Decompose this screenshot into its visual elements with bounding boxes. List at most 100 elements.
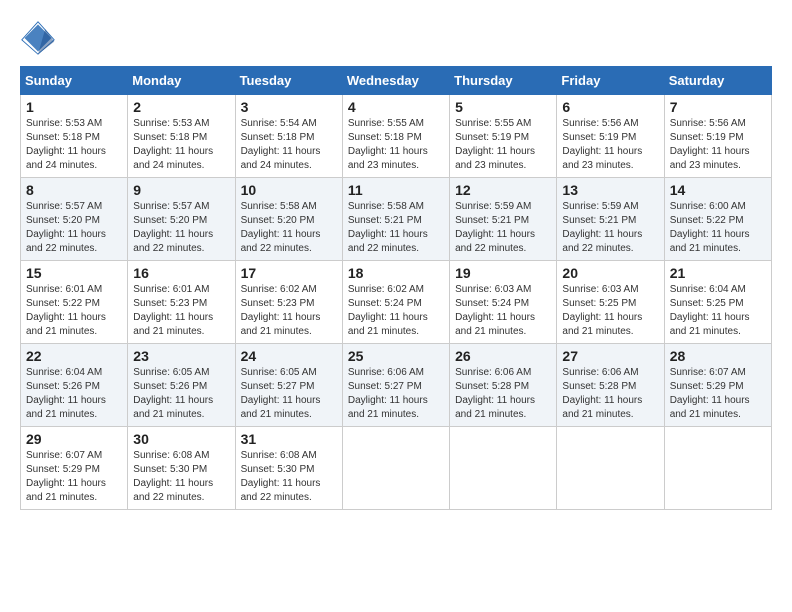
day-number: 20 [562,265,658,281]
day-info: Sunrise: 6:07 AM Sunset: 5:29 PM Dayligh… [26,449,122,505]
weekday-header-row: SundayMondayTuesdayWednesdayThursdayFrid… [21,67,772,95]
calendar-day-cell: 19 Sunrise: 6:03 AM Sunset: 5:24 PM Dayl… [450,261,557,344]
day-number: 25 [348,348,444,364]
calendar-day-cell: 22 Sunrise: 6:04 AM Sunset: 5:26 PM Dayl… [21,344,128,427]
day-info: Sunrise: 6:02 AM Sunset: 5:23 PM Dayligh… [241,283,337,339]
day-info: Sunrise: 5:56 AM Sunset: 5:19 PM Dayligh… [670,117,766,173]
day-info: Sunrise: 6:03 AM Sunset: 5:24 PM Dayligh… [455,283,551,339]
calendar-day-cell: 27 Sunrise: 6:06 AM Sunset: 5:28 PM Dayl… [557,344,664,427]
day-info: Sunrise: 6:05 AM Sunset: 5:27 PM Dayligh… [241,366,337,422]
day-info: Sunrise: 6:04 AM Sunset: 5:25 PM Dayligh… [670,283,766,339]
calendar-day-cell: 9 Sunrise: 5:57 AM Sunset: 5:20 PM Dayli… [128,178,235,261]
day-number: 14 [670,182,766,198]
calendar-body: 1 Sunrise: 5:53 AM Sunset: 5:18 PM Dayli… [21,95,772,510]
calendar-day-cell: 2 Sunrise: 5:53 AM Sunset: 5:18 PM Dayli… [128,95,235,178]
calendar-day-cell: 16 Sunrise: 6:01 AM Sunset: 5:23 PM Dayl… [128,261,235,344]
day-info: Sunrise: 6:07 AM Sunset: 5:29 PM Dayligh… [670,366,766,422]
day-info: Sunrise: 6:06 AM Sunset: 5:27 PM Dayligh… [348,366,444,422]
day-number: 15 [26,265,122,281]
day-number: 22 [26,348,122,364]
day-number: 12 [455,182,551,198]
calendar-day-cell: 5 Sunrise: 5:55 AM Sunset: 5:19 PM Dayli… [450,95,557,178]
day-info: Sunrise: 6:04 AM Sunset: 5:26 PM Dayligh… [26,366,122,422]
calendar-day-cell: 10 Sunrise: 5:58 AM Sunset: 5:20 PM Dayl… [235,178,342,261]
day-info: Sunrise: 5:54 AM Sunset: 5:18 PM Dayligh… [241,117,337,173]
day-number: 29 [26,431,122,447]
calendar-day-cell: 15 Sunrise: 6:01 AM Sunset: 5:22 PM Dayl… [21,261,128,344]
day-info: Sunrise: 5:57 AM Sunset: 5:20 PM Dayligh… [133,200,229,256]
weekday-header-cell: Tuesday [235,67,342,95]
calendar-day-cell [664,427,771,510]
weekday-header-cell: Wednesday [342,67,449,95]
calendar-week-row: 22 Sunrise: 6:04 AM Sunset: 5:26 PM Dayl… [21,344,772,427]
day-info: Sunrise: 5:58 AM Sunset: 5:20 PM Dayligh… [241,200,337,256]
day-info: Sunrise: 6:06 AM Sunset: 5:28 PM Dayligh… [562,366,658,422]
calendar-day-cell: 13 Sunrise: 5:59 AM Sunset: 5:21 PM Dayl… [557,178,664,261]
calendar-week-row: 15 Sunrise: 6:01 AM Sunset: 5:22 PM Dayl… [21,261,772,344]
calendar-day-cell [450,427,557,510]
day-info: Sunrise: 6:03 AM Sunset: 5:25 PM Dayligh… [562,283,658,339]
calendar-day-cell: 23 Sunrise: 6:05 AM Sunset: 5:26 PM Dayl… [128,344,235,427]
logo [20,20,60,56]
calendar-day-cell: 20 Sunrise: 6:03 AM Sunset: 5:25 PM Dayl… [557,261,664,344]
calendar-day-cell: 18 Sunrise: 6:02 AM Sunset: 5:24 PM Dayl… [342,261,449,344]
calendar-day-cell: 28 Sunrise: 6:07 AM Sunset: 5:29 PM Dayl… [664,344,771,427]
logo-icon [20,20,56,56]
day-number: 31 [241,431,337,447]
day-number: 24 [241,348,337,364]
day-number: 10 [241,182,337,198]
calendar-day-cell: 8 Sunrise: 5:57 AM Sunset: 5:20 PM Dayli… [21,178,128,261]
calendar-week-row: 8 Sunrise: 5:57 AM Sunset: 5:20 PM Dayli… [21,178,772,261]
calendar-day-cell: 3 Sunrise: 5:54 AM Sunset: 5:18 PM Dayli… [235,95,342,178]
day-number: 8 [26,182,122,198]
weekday-header-cell: Saturday [664,67,771,95]
weekday-header-cell: Sunday [21,67,128,95]
day-number: 2 [133,99,229,115]
day-info: Sunrise: 5:57 AM Sunset: 5:20 PM Dayligh… [26,200,122,256]
day-number: 7 [670,99,766,115]
day-info: Sunrise: 5:53 AM Sunset: 5:18 PM Dayligh… [26,117,122,173]
calendar-week-row: 1 Sunrise: 5:53 AM Sunset: 5:18 PM Dayli… [21,95,772,178]
day-info: Sunrise: 6:08 AM Sunset: 5:30 PM Dayligh… [241,449,337,505]
calendar-day-cell: 29 Sunrise: 6:07 AM Sunset: 5:29 PM Dayl… [21,427,128,510]
day-info: Sunrise: 6:08 AM Sunset: 5:30 PM Dayligh… [133,449,229,505]
day-info: Sunrise: 5:56 AM Sunset: 5:19 PM Dayligh… [562,117,658,173]
calendar-day-cell [557,427,664,510]
calendar-day-cell: 11 Sunrise: 5:58 AM Sunset: 5:21 PM Dayl… [342,178,449,261]
day-info: Sunrise: 5:53 AM Sunset: 5:18 PM Dayligh… [133,117,229,173]
day-info: Sunrise: 5:58 AM Sunset: 5:21 PM Dayligh… [348,200,444,256]
day-number: 6 [562,99,658,115]
calendar-day-cell [342,427,449,510]
day-number: 9 [133,182,229,198]
calendar-day-cell: 4 Sunrise: 5:55 AM Sunset: 5:18 PM Dayli… [342,95,449,178]
day-info: Sunrise: 5:59 AM Sunset: 5:21 PM Dayligh… [455,200,551,256]
day-info: Sunrise: 5:55 AM Sunset: 5:18 PM Dayligh… [348,117,444,173]
calendar-day-cell: 1 Sunrise: 5:53 AM Sunset: 5:18 PM Dayli… [21,95,128,178]
calendar-day-cell: 6 Sunrise: 5:56 AM Sunset: 5:19 PM Dayli… [557,95,664,178]
day-number: 30 [133,431,229,447]
day-info: Sunrise: 6:06 AM Sunset: 5:28 PM Dayligh… [455,366,551,422]
calendar-day-cell: 24 Sunrise: 6:05 AM Sunset: 5:27 PM Dayl… [235,344,342,427]
calendar-table: SundayMondayTuesdayWednesdayThursdayFrid… [20,66,772,510]
day-info: Sunrise: 5:55 AM Sunset: 5:19 PM Dayligh… [455,117,551,173]
calendar-day-cell: 25 Sunrise: 6:06 AM Sunset: 5:27 PM Dayl… [342,344,449,427]
day-info: Sunrise: 6:02 AM Sunset: 5:24 PM Dayligh… [348,283,444,339]
day-number: 4 [348,99,444,115]
day-number: 13 [562,182,658,198]
day-info: Sunrise: 6:00 AM Sunset: 5:22 PM Dayligh… [670,200,766,256]
day-number: 17 [241,265,337,281]
calendar-day-cell: 31 Sunrise: 6:08 AM Sunset: 5:30 PM Dayl… [235,427,342,510]
day-number: 28 [670,348,766,364]
weekday-header-cell: Friday [557,67,664,95]
day-number: 18 [348,265,444,281]
calendar-day-cell: 30 Sunrise: 6:08 AM Sunset: 5:30 PM Dayl… [128,427,235,510]
day-number: 26 [455,348,551,364]
day-number: 27 [562,348,658,364]
day-number: 5 [455,99,551,115]
calendar-day-cell: 14 Sunrise: 6:00 AM Sunset: 5:22 PM Dayl… [664,178,771,261]
day-info: Sunrise: 6:01 AM Sunset: 5:22 PM Dayligh… [26,283,122,339]
calendar-day-cell: 12 Sunrise: 5:59 AM Sunset: 5:21 PM Dayl… [450,178,557,261]
page-header [20,20,772,56]
calendar-day-cell: 7 Sunrise: 5:56 AM Sunset: 5:19 PM Dayli… [664,95,771,178]
day-info: Sunrise: 6:05 AM Sunset: 5:26 PM Dayligh… [133,366,229,422]
